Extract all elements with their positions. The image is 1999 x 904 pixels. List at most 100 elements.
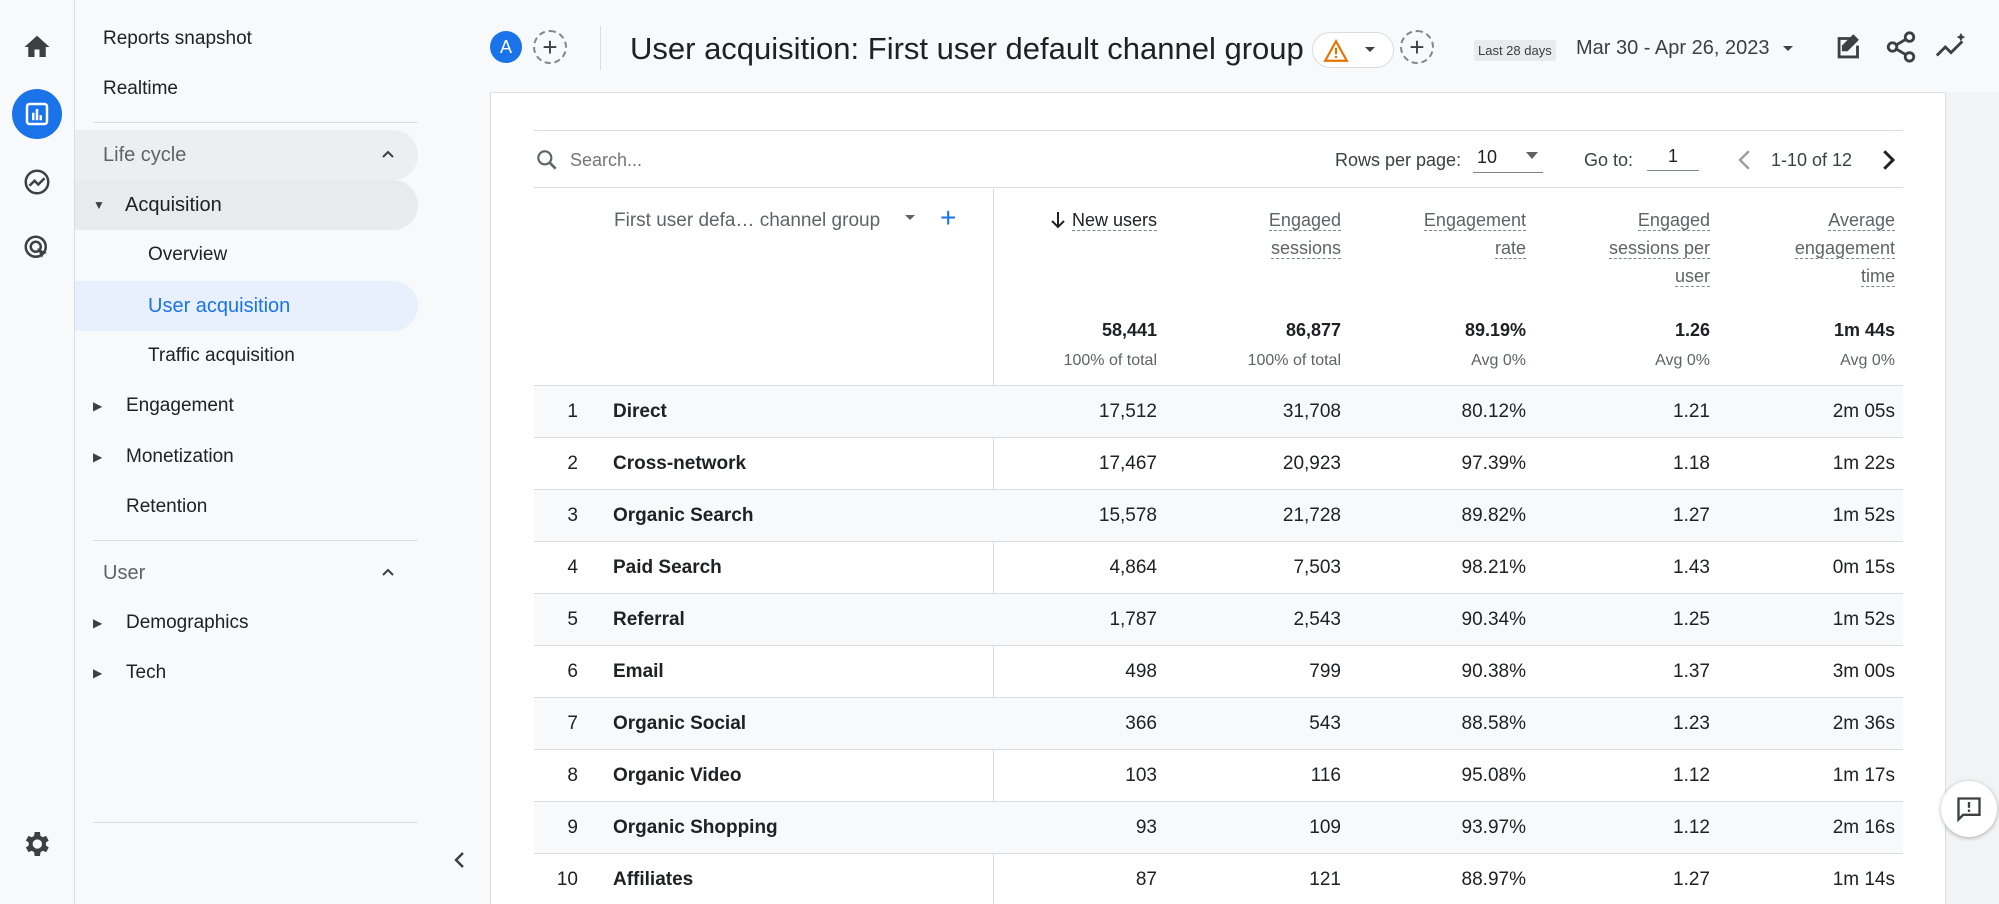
next-page-icon[interactable] [1873, 145, 1903, 175]
channel-name: Paid Search [613, 557, 722, 578]
pagination-range: 1-10 of 12 [1771, 150, 1853, 170]
section-user[interactable]: User [75, 548, 418, 598]
date-preset-badge: Last 28 days [1474, 40, 1556, 61]
metric-cell: 3m 00s [1832, 661, 1895, 682]
metric-cell: 799 [1309, 661, 1341, 682]
metric-cell: 88.97% [1461, 869, 1526, 890]
nav-reports-snapshot[interactable]: Reports snapshot [103, 28, 252, 50]
goto-page-input[interactable] [1647, 143, 1699, 171]
nav-tech[interactable]: ▶ Tech [93, 662, 166, 684]
explore-icon[interactable] [12, 157, 62, 207]
add-button[interactable]: + [1400, 30, 1434, 64]
divider [93, 122, 418, 123]
feedback-button[interactable] [1941, 781, 1997, 837]
metric-cell: 1.37 [1673, 661, 1710, 682]
search-input[interactable] [570, 145, 870, 175]
nav-realtime[interactable]: Realtime [103, 78, 178, 100]
table-row[interactable]: 8 Organic Video 103 116 95.08% 1.12 1m 17s [534, 749, 1903, 801]
header-line: rate [1494, 238, 1526, 259]
date-range-label: Mar 30 - Apr 26, 2023 [1576, 37, 1770, 59]
dimension-header[interactable]: First user defa… channel group [614, 210, 880, 232]
table-row[interactable]: 1 Direct 17,512 31,708 80.12% 1.21 2m 05s [534, 385, 1903, 437]
add-dimension-button[interactable]: + [940, 204, 956, 232]
metric-cell: 543 [1309, 713, 1341, 734]
table-row[interactable]: 5 Referral 1,787 2,543 90.34% 1.25 1m 52s [534, 593, 1903, 645]
nav-acquisition-label: Acquisition [125, 193, 222, 216]
channel-name: Organic Shopping [613, 817, 778, 838]
add-comparison-button[interactable]: + [533, 30, 567, 64]
nav-user-acquisition[interactable]: User acquisition [75, 281, 418, 331]
metric-cell: 116 [1310, 765, 1341, 786]
nav-user-acquisition-label: User acquisition [148, 294, 291, 317]
nav-rail [0, 0, 75, 904]
comparison-avatar[interactable]: A [490, 31, 522, 63]
insights-icon[interactable] [1934, 30, 1968, 64]
rows-per-page-value: 10 [1477, 147, 1498, 167]
nav-retention[interactable]: Retention [126, 496, 207, 518]
warning-icon [1323, 39, 1349, 62]
customize-report-icon[interactable] [1832, 30, 1866, 64]
chevron-up-icon [382, 150, 394, 158]
table-row[interactable]: 9 Organic Shopping 93 109 93.97% 1.12 2m 16s [534, 801, 1903, 853]
date-range-picker[interactable]: Mar 30 - Apr 26, 2023 [1576, 37, 1795, 60]
metric-cell: 103 [1125, 765, 1157, 786]
nav-traffic-acquisition[interactable]: Traffic acquisition [148, 345, 295, 367]
advertising-icon[interactable] [12, 223, 62, 273]
column-header-engaged-sessions[interactable]: Engaged sessions [1171, 206, 1341, 262]
header-line: user [1674, 266, 1710, 287]
table-row[interactable]: 4 Paid Search 4,864 7,503 98.21% 1.43 0m 15s [534, 541, 1903, 593]
column-header-avg-engagement-time[interactable]: Average engagement time [1725, 206, 1895, 290]
row-number: 1 [567, 401, 578, 422]
total-subtext: Avg 0% [1840, 352, 1895, 369]
header-line: sessions per [1608, 238, 1710, 259]
metric-cell: 15,578 [1098, 505, 1157, 526]
column-header-engagement-rate[interactable]: Engagement rate [1356, 206, 1526, 262]
row-number: 7 [567, 713, 578, 734]
metric-cell: 121 [1309, 869, 1341, 890]
divider [93, 540, 418, 541]
table-row[interactable]: 6 Email 498 799 90.38% 1.37 3m 00s [534, 645, 1903, 697]
goto-label: Go to: [1584, 150, 1634, 170]
channel-name: Cross-network [613, 453, 747, 474]
rows-per-page-select[interactable]: 10 [1473, 145, 1543, 173]
metric-cell: 21,728 [1282, 505, 1341, 526]
collapse-nav-icon[interactable] [448, 848, 472, 872]
table-row[interactable]: 7 Organic Social 366 543 88.58% 1.23 2m 36s [534, 697, 1903, 749]
metric-cell: 1m 14s [1832, 869, 1895, 890]
nav-overview[interactable]: Overview [148, 244, 227, 266]
header-line: time [1860, 266, 1895, 287]
dropdown-arrow-icon[interactable] [903, 213, 917, 223]
caret-right-icon: ▶ [93, 666, 103, 680]
sort-desc-icon [1051, 212, 1065, 229]
column-header-engaged-sessions-per-user[interactable]: Engaged sessions per user [1540, 206, 1710, 290]
previous-page-icon[interactable] [1730, 145, 1760, 175]
data-quality-button[interactable] [1312, 32, 1394, 68]
feedback-icon [1957, 797, 1981, 823]
total-value: 1m 44s [1833, 320, 1895, 340]
section-lifecycle[interactable]: Life cycle [75, 130, 418, 180]
nav-monetization[interactable]: ▶ Monetization [93, 446, 234, 468]
metric-cell: 1.27 [1673, 869, 1710, 890]
metric-cell: 17,467 [1098, 453, 1157, 474]
report-navigation: Reports snapshot Realtime Life cycle ▼ A… [75, 0, 490, 904]
divider [600, 26, 601, 70]
table-row[interactable]: 2 Cross-network 17,467 20,923 97.39% 1.18 1m 2… [534, 437, 1903, 489]
nav-engagement[interactable]: ▶ Engagement [93, 395, 234, 417]
nav-demographics[interactable]: ▶ Demographics [93, 612, 249, 634]
column-header-new-users[interactable]: New users [987, 206, 1157, 234]
table-row[interactable]: 10 Affiliates 87 121 88.97% 1.27 1m 14s [534, 853, 1903, 904]
metric-cell: 98.21% [1461, 557, 1526, 578]
dropdown-arrow-icon [1365, 47, 1375, 52]
caret-down-icon: ▼ [93, 198, 105, 212]
share-icon[interactable] [1884, 30, 1918, 64]
metric-cell: 31,708 [1282, 401, 1341, 422]
channel-name: Email [613, 661, 664, 682]
table-row[interactable]: 3 Organic Search 15,578 21,728 89.82% 1.27 1m … [534, 489, 1903, 541]
row-number: 9 [567, 817, 578, 838]
page-title: User acquisition: First user default cha… [630, 31, 1304, 66]
divider [93, 822, 418, 823]
reports-icon[interactable] [12, 89, 62, 139]
settings-icon[interactable] [20, 828, 52, 860]
nav-acquisition[interactable]: ▼ Acquisition [75, 180, 418, 230]
home-icon[interactable] [12, 22, 62, 72]
